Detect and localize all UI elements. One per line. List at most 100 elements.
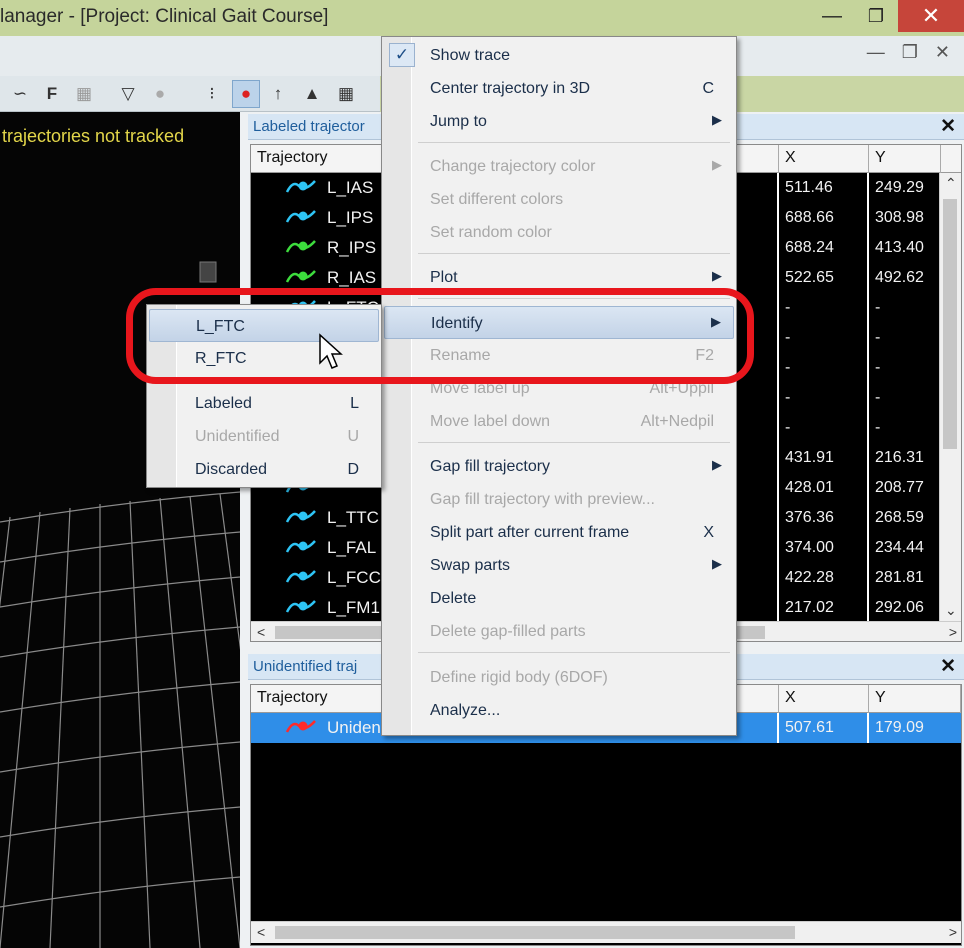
menu-item-label: Plot bbox=[430, 269, 458, 286]
horizontal-scrollbar[interactable]: < > bbox=[251, 921, 961, 943]
3d-view[interactable]: trajectories not tracked bbox=[0, 112, 240, 948]
y-value: 208.77 bbox=[867, 473, 941, 503]
menu-item-gap-fill-trajectory-with-preview[interactable]: Gap fill trajectory with preview... bbox=[384, 483, 734, 516]
identify-submenu: L_FTC R_FTC Labeled L Unidentified U Discarded… bbox=[146, 304, 382, 488]
grid-disabled-icon[interactable]: ▦ bbox=[70, 80, 98, 108]
minimize-icon[interactable]: — bbox=[812, 0, 852, 32]
scroll-down-icon[interactable]: ⌄ bbox=[945, 602, 957, 619]
trajectory-label: Uniden bbox=[327, 718, 381, 737]
submenu-item-labeled[interactable]: Labeled L bbox=[149, 387, 379, 420]
menu-item-rename[interactable]: Rename F2 bbox=[384, 339, 734, 372]
menu-item-swap-parts[interactable]: Swap parts ▶ bbox=[384, 549, 734, 582]
trajectory-line-icon bbox=[285, 717, 327, 740]
submenu-item-unidentified[interactable]: Unidentified U bbox=[149, 420, 379, 453]
menu-item-identify[interactable]: Identify ▶ bbox=[384, 306, 734, 339]
marker-red-icon[interactable]: ● bbox=[232, 80, 260, 108]
trajectory-tool-icon[interactable]: ∽ bbox=[6, 80, 34, 108]
vertical-scrollbar[interactable]: ⌃ ⌄ bbox=[939, 173, 961, 621]
trajectory-line-icon bbox=[285, 177, 327, 200]
menu-item-label: Delete bbox=[430, 590, 477, 607]
col-x[interactable]: X bbox=[779, 145, 869, 173]
menu-item-shortcut: C bbox=[702, 80, 714, 97]
trajectory-line-icon bbox=[285, 507, 327, 530]
x-value: 431.91 bbox=[777, 443, 869, 473]
x-value: 374.00 bbox=[777, 533, 869, 563]
menu-item-center-trajectory-in-3d[interactable]: Center trajectory in 3D C bbox=[384, 72, 734, 105]
submenu-item-discarded[interactable]: Discarded D bbox=[149, 453, 379, 486]
menu-item-move-label-up[interactable]: Move label up Alt+Uppil bbox=[384, 372, 734, 405]
menu-item-label: Set random color bbox=[430, 224, 552, 241]
x-value: 376.36 bbox=[777, 503, 869, 533]
menu-item-delete-gap-filled-parts[interactable]: Delete gap-filled parts bbox=[384, 615, 734, 648]
menu-item-split-part-after-current-frame[interactable]: Split part after current frame X bbox=[384, 516, 734, 549]
checkmark-icon: ✓ bbox=[389, 43, 415, 67]
menu-item-change-trajectory-color[interactable]: Change trajectory color ▶ bbox=[384, 150, 734, 183]
scroll-left-icon[interactable]: < bbox=[257, 624, 265, 640]
menu-item-label: Split part after current frame bbox=[430, 524, 630, 541]
y-value: 216.31 bbox=[867, 443, 941, 473]
submenu-item-l-ftc[interactable]: L_FTC bbox=[149, 309, 379, 342]
f-tool-icon[interactable]: F bbox=[38, 80, 66, 108]
menu-item-move-label-down[interactable]: Move label down Alt+Nedpil bbox=[384, 405, 734, 438]
scroll-right-icon[interactable]: > bbox=[949, 624, 957, 640]
force-plate-icon[interactable]: ▲ bbox=[298, 80, 326, 108]
submenu-item-label: Discarded bbox=[195, 461, 268, 478]
menu-item-jump-to[interactable]: Jump to ▶ bbox=[384, 105, 734, 138]
menu-separator bbox=[418, 298, 730, 299]
menu-item-show-trace[interactable]: ✓ Show trace bbox=[384, 39, 734, 72]
submenu-item-r-ftc[interactable]: R_FTC bbox=[149, 342, 379, 375]
trajectory-name: R_IAS bbox=[285, 263, 376, 293]
x-value: - bbox=[777, 293, 869, 323]
menu-separator bbox=[418, 253, 730, 254]
y-value: 268.59 bbox=[867, 503, 941, 533]
close-icon[interactable]: ✕ bbox=[898, 0, 964, 32]
y-value: - bbox=[867, 383, 941, 413]
marker-icon[interactable]: ⁝ bbox=[198, 80, 226, 108]
x-value: 688.66 bbox=[777, 203, 869, 233]
menu-item-gap-fill-trajectory[interactable]: Gap fill trajectory ▶ bbox=[384, 450, 734, 483]
y-value: - bbox=[867, 353, 941, 383]
mouse-cursor-icon bbox=[319, 333, 343, 369]
y-value: - bbox=[867, 293, 941, 323]
menu-item-define-rigid-body-6dof[interactable]: Define rigid body (6DOF) bbox=[384, 661, 734, 694]
menu-item-shortcut: F2 bbox=[695, 347, 714, 364]
menu-item-shortcut: Alt+Nedpil bbox=[640, 413, 714, 430]
close-icon[interactable]: ✕ bbox=[940, 115, 956, 138]
menu-item-label: Swap parts bbox=[430, 557, 511, 574]
x-value: - bbox=[777, 383, 869, 413]
camera-disabled-icon[interactable]: ● bbox=[146, 80, 174, 108]
col-y[interactable]: Y bbox=[869, 685, 961, 713]
menu-separator bbox=[418, 442, 730, 443]
menu-item-set-different-colors[interactable]: Set different colors bbox=[384, 183, 734, 216]
force-arrow-icon[interactable]: ↑ bbox=[264, 80, 292, 108]
col-x[interactable]: X bbox=[779, 685, 869, 713]
maximize-icon[interactable]: ❐ bbox=[856, 0, 896, 32]
x-value: 217.02 bbox=[777, 593, 869, 623]
scroll-thumb[interactable] bbox=[275, 926, 795, 939]
scroll-up-icon[interactable]: ⌃ bbox=[945, 175, 957, 192]
menu-item-label: Set different colors bbox=[430, 191, 564, 208]
floor-grid bbox=[0, 261, 240, 948]
trajectory-name: L_FAL bbox=[285, 533, 376, 563]
trajectory-label: L_IAS bbox=[327, 178, 374, 197]
grid-icon[interactable]: ▦ bbox=[332, 80, 360, 108]
trajectory-label: L_TTC bbox=[327, 508, 379, 527]
x-value: 428.01 bbox=[777, 473, 869, 503]
trajectory-line-icon bbox=[285, 207, 327, 230]
scroll-thumb[interactable] bbox=[943, 199, 957, 449]
scroll-left-icon[interactable]: < bbox=[257, 924, 265, 940]
submenu-item-shortcut: U bbox=[347, 428, 359, 445]
menu-item-delete[interactable]: Delete bbox=[384, 582, 734, 615]
menu-item-label: Center trajectory in 3D bbox=[430, 80, 591, 97]
menu-item-set-random-color[interactable]: Set random color bbox=[384, 216, 734, 249]
y-value: 234.44 bbox=[867, 533, 941, 563]
scroll-right-icon[interactable]: > bbox=[949, 924, 957, 940]
trajectory-name: R_IPS bbox=[285, 233, 376, 263]
close-icon[interactable]: ✕ bbox=[940, 655, 956, 678]
menu-item-plot[interactable]: Plot ▶ bbox=[384, 261, 734, 294]
menu-item-analyze[interactable]: Analyze... bbox=[384, 694, 734, 727]
col-y[interactable]: Y bbox=[869, 145, 941, 173]
filter-icon[interactable]: ▽ bbox=[114, 80, 142, 108]
window-title: lanager - [Project: Clinical Gait Course… bbox=[0, 6, 329, 27]
mdi-window-buttons[interactable]: — ❐ ✕ bbox=[867, 42, 956, 63]
